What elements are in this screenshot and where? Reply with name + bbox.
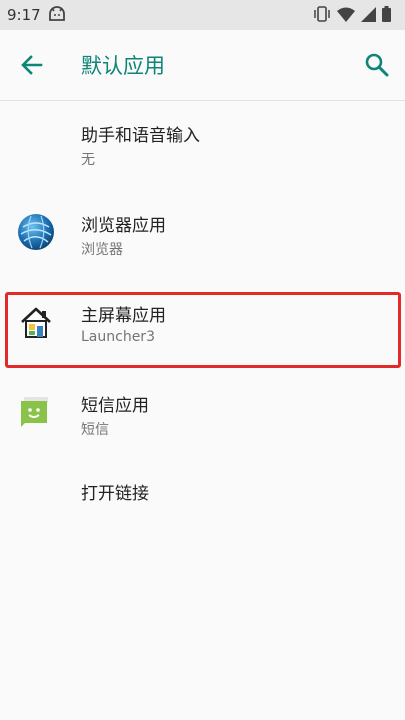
status-bar: 9:17 <box>0 0 405 30</box>
list-item-title: 打开链接 <box>81 484 149 504</box>
list-item-subtitle: 无 <box>81 152 95 168</box>
browser-globe-icon <box>18 214 54 250</box>
list-item-title: 短信应用 <box>81 396 149 416</box>
list-item-subtitle: Launcher3 <box>81 329 155 345</box>
list-item-assistant[interactable]: 助手和语音输入 无 <box>0 101 405 189</box>
android-debug-icon <box>49 6 65 21</box>
home-icon <box>21 307 51 338</box>
list-item-title: 浏览器应用 <box>81 216 166 236</box>
list-item-title: 主屏幕应用 <box>81 306 166 326</box>
list-item-home[interactable]: 主屏幕应用 Launcher3 <box>0 279 405 369</box>
wifi-icon <box>337 7 355 22</box>
list-item-subtitle: 短信 <box>81 422 109 438</box>
list-item-open-links[interactable]: 打开链接 <box>0 459 405 537</box>
vibrate-icon <box>314 6 330 22</box>
list-item-sms[interactable]: 短信应用 短信 <box>0 369 405 459</box>
list-item-browser[interactable]: 浏览器应用 浏览器 <box>0 189 405 279</box>
battery-icon <box>382 6 391 22</box>
list-item-subtitle: 浏览器 <box>81 242 123 258</box>
search-icon[interactable] <box>363 51 391 79</box>
arrow-back-icon[interactable] <box>19 52 45 78</box>
page-title: 默认应用 <box>81 54 165 78</box>
app-bar: 默认应用 <box>0 30 405 101</box>
list-item-title: 助手和语音输入 <box>81 126 200 146</box>
sms-icon <box>21 397 48 427</box>
signal-icon <box>361 6 376 22</box>
status-time: 9:17 <box>7 6 41 24</box>
